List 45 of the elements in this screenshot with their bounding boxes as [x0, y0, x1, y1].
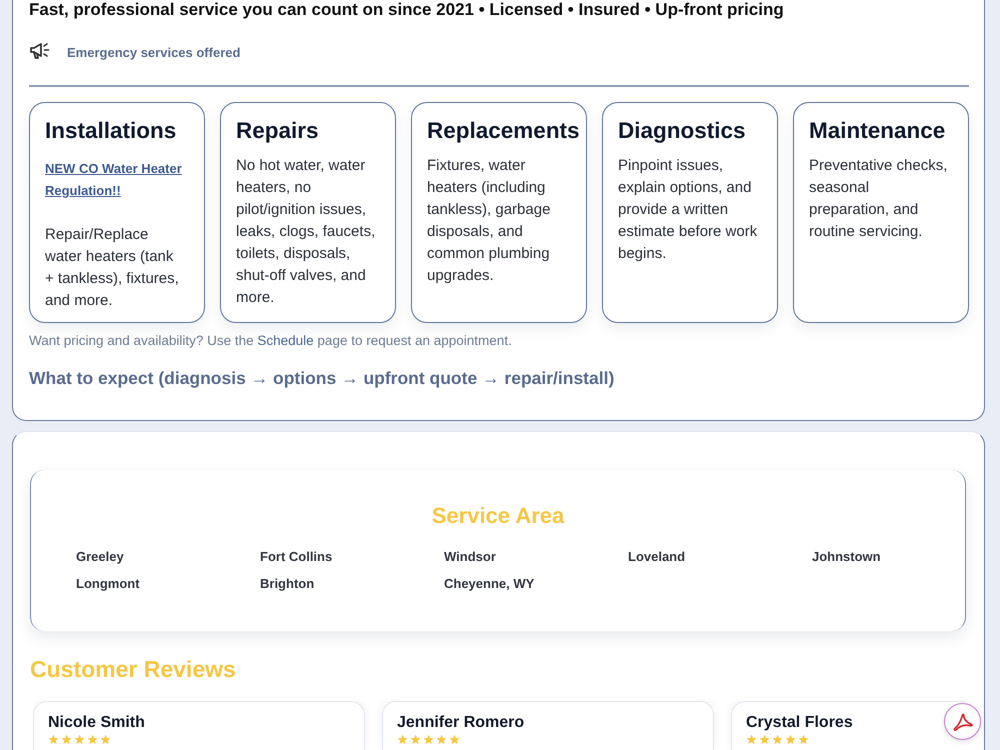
card-title: Maintenance [809, 117, 946, 145]
star-icon [785, 734, 796, 745]
regulation-link[interactable]: NEW CO Water Heater Regulation!! [45, 158, 185, 202]
section-title: Service Area [430, 503, 566, 529]
card-description: Repair/Replace water heaters (tank + tankless), fixtures, and more. [45, 225, 180, 311]
star-icon [48, 734, 59, 745]
star-icon [74, 734, 85, 745]
star-icon [87, 734, 98, 745]
star-icon [397, 734, 408, 745]
star-icon [798, 734, 809, 745]
star-icon [772, 734, 783, 745]
reviewer-name: Nicole Smith [48, 713, 145, 733]
star-icon [449, 734, 460, 745]
star-icon [61, 734, 72, 745]
star-icon [423, 734, 434, 745]
card-description: No hot water, water heaters, no pilot/ignition issues, leaks, clogs, faucets, toilets, disposals, shut-off valves, and more. [236, 156, 376, 308]
card-title: Installations [45, 117, 178, 145]
expect-heading: What to expect (diagnosis → options → upfront quote → repair/install) [29, 367, 616, 389]
star-icon [746, 734, 757, 745]
card-title: Replacements [427, 117, 580, 145]
city-name: Greeley [76, 548, 124, 566]
card-title: Diagnostics [618, 117, 747, 145]
city-name: Windsor [444, 548, 496, 566]
tagline-text: Fast, professional service you can count on since 2021 • Licensed • Insured • Up-front pricing [29, 0, 785, 19]
star-icon [759, 734, 770, 745]
city-name: Cheyenne, WY [444, 575, 534, 593]
city-name: Brighton [260, 575, 314, 593]
card-title: Repairs [236, 117, 320, 145]
city-name: Johnstown [812, 548, 881, 566]
star-icon [100, 734, 111, 745]
city-name: Fort Collins [260, 548, 332, 566]
notice-text: Emergency services offered [67, 45, 240, 60]
city-name: Loveland [628, 548, 686, 566]
star-icon [436, 734, 447, 745]
reviewer-name: Crystal Flores [746, 713, 853, 733]
city-name: Longmont [76, 575, 140, 593]
reviewer-name: Jennifer Romero [397, 713, 524, 733]
swirl-icon [952, 710, 974, 732]
card-description: Fixtures, water heaters (including tankless), garbage disposals, and common plumbing upgrades. [427, 156, 552, 286]
card-description: Preventative checks, seasonal preparation, and routine servicing. [809, 156, 948, 242]
star-icon [410, 734, 421, 745]
pricing-note: Want pricing and availability? Use the Schedule page to request an appointment. [29, 332, 513, 350]
schedule-link[interactable]: Schedule [257, 333, 314, 348]
card-description: Pinpoint issues, explain options, and provide a written estimate before work begins. [618, 156, 758, 264]
section-title: Customer Reviews [30, 655, 237, 683]
